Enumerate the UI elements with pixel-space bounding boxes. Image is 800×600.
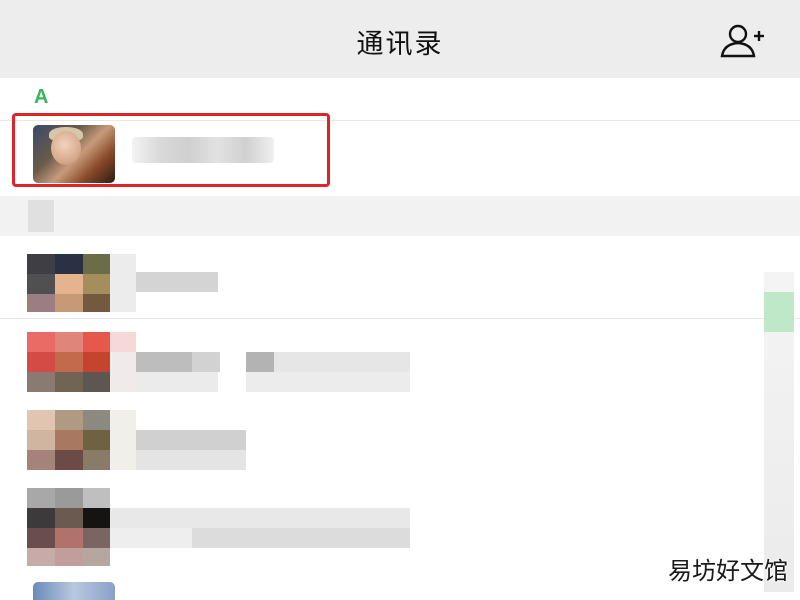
nav-header: 通讯录 xyxy=(0,0,800,78)
watermark-text: 易坊好文馆 xyxy=(668,557,788,585)
row-divider xyxy=(0,318,800,319)
contact-name-blurred xyxy=(132,137,274,163)
page-title: 通讯录 xyxy=(356,29,444,60)
alphabet-index-active xyxy=(764,292,794,332)
list-item[interactable] xyxy=(0,408,760,472)
list-item[interactable] xyxy=(0,250,760,314)
list-item[interactable] xyxy=(0,486,760,568)
contact-avatar[interactable] xyxy=(33,125,115,183)
contact-avatar[interactable] xyxy=(33,582,115,600)
section-band xyxy=(0,196,800,236)
add-contact-icon[interactable] xyxy=(718,22,766,60)
blurred-header-letter xyxy=(28,200,54,232)
list-item[interactable] xyxy=(0,330,760,394)
section-letter: A xyxy=(34,86,49,108)
